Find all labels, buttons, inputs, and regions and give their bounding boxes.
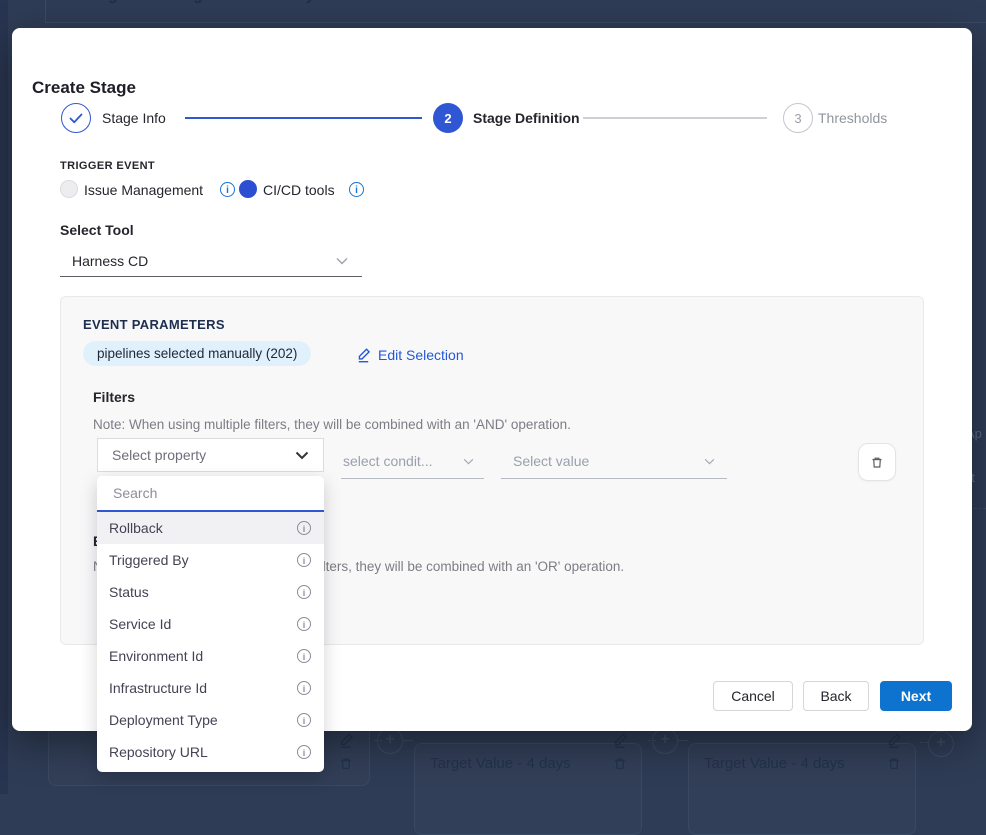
chevron-down-icon	[704, 458, 715, 465]
info-icon[interactable]: i	[297, 521, 311, 535]
add-stage-icon: +	[377, 728, 403, 754]
stepper-connector	[185, 117, 422, 119]
dropdown-option-label: Repository URL	[109, 744, 208, 760]
background-divider-horizontal	[45, 22, 986, 23]
check-icon	[69, 113, 83, 124]
dropdown-option-infrastructure-id[interactable]: Infrastructure Id i	[97, 672, 324, 704]
background-stage-card-label: Target Value - 4 days	[704, 755, 845, 772]
info-icon[interactable]: i	[297, 681, 311, 695]
trash-icon	[612, 755, 628, 771]
trash-icon	[886, 755, 902, 771]
dropdown-search-input[interactable]	[97, 485, 324, 501]
trash-icon	[338, 755, 354, 771]
value-select-placeholder: Select value	[513, 453, 589, 469]
next-button[interactable]: Next	[880, 681, 952, 711]
value-select[interactable]: Select value	[501, 445, 727, 479]
filters-note: Note: When using multiple filters, they …	[93, 417, 571, 432]
dropdown-option-rollback[interactable]: Rollback i	[97, 512, 324, 544]
dialog-title: Create Stage	[32, 78, 136, 98]
cancel-button[interactable]: Cancel	[713, 681, 793, 711]
info-icon[interactable]: i	[297, 585, 311, 599]
property-dropdown: Rollback i Triggered By i Status i Servi…	[97, 476, 324, 772]
dropdown-option-label: Infrastructure Id	[109, 680, 207, 696]
add-stage-icon: +	[652, 728, 678, 754]
dropdown-option-label: Deployment Type	[109, 712, 218, 728]
step-3-label[interactable]: Thresholds	[818, 110, 887, 126]
chevron-down-icon	[295, 451, 309, 460]
radio-issue-management-label[interactable]: Issue Management	[84, 182, 203, 198]
dropdown-option-label: Rollback	[109, 520, 163, 536]
add-stage-icon: +	[928, 731, 954, 757]
radio-cicd-tools[interactable]	[239, 180, 257, 198]
condition-select[interactable]: select condit...	[341, 445, 484, 479]
edit-icon	[338, 733, 354, 749]
pipelines-selection-pill[interactable]: pipelines selected manually (202)	[83, 341, 311, 366]
tool-select[interactable]: Harness CD	[60, 246, 362, 277]
background-sidebar-edge	[0, 0, 8, 794]
dropdown-option-triggered-by[interactable]: Triggered By i	[97, 544, 324, 576]
info-icon[interactable]: i	[297, 745, 311, 759]
dropdown-option-deployment-type[interactable]: Deployment Type i	[97, 704, 324, 736]
back-button[interactable]: Back	[803, 681, 869, 711]
dropdown-search	[97, 476, 324, 512]
dropdown-option-label: Environment Id	[109, 648, 203, 664]
info-icon[interactable]: i	[297, 553, 311, 567]
info-icon[interactable]: i	[297, 617, 311, 631]
radio-cicd-tools-label[interactable]: CI/CD tools	[263, 182, 335, 198]
info-icon[interactable]: i	[297, 713, 311, 727]
event-parameters-heading: EVENT PARAMETERS	[83, 317, 225, 332]
select-tool-label: Select Tool	[60, 222, 134, 238]
step-2-indicator[interactable]: 2	[433, 103, 463, 133]
chevron-down-icon	[336, 257, 348, 265]
background-divider-vertical	[45, 0, 46, 22]
step-2-label[interactable]: Stage Definition	[473, 110, 580, 126]
info-icon[interactable]: i	[220, 182, 235, 197]
property-select[interactable]: Select property	[97, 438, 324, 472]
dropdown-option-service-id[interactable]: Service Id i	[97, 608, 324, 640]
condition-select-placeholder: select condit...	[343, 453, 433, 469]
connector-dash	[974, 508, 986, 509]
step-3-indicator[interactable]: 3	[783, 103, 813, 133]
tool-select-value: Harness CD	[72, 253, 148, 269]
trigger-event-label: TRIGGER EVENT	[60, 160, 155, 172]
dropdown-option-label: Triggered By	[109, 552, 189, 568]
edit-selection-link[interactable]: Edit Selection	[356, 347, 464, 363]
connector-dash	[920, 742, 928, 743]
background-stage-card-label: Target Value - 4 days	[430, 755, 571, 772]
info-icon[interactable]: i	[349, 182, 364, 197]
edit-icon	[612, 733, 628, 749]
trash-icon	[869, 454, 885, 470]
dropdown-option-repository-url[interactable]: Repository URL i	[97, 736, 324, 768]
radio-issue-management[interactable]	[60, 180, 78, 198]
dropdown-option-environment-id[interactable]: Environment Id i	[97, 640, 324, 672]
edit-selection-label: Edit Selection	[378, 347, 464, 363]
info-icon[interactable]: i	[297, 649, 311, 663]
dropdown-option-label: Service Id	[109, 616, 171, 632]
filters-heading: Filters	[93, 389, 135, 405]
dropdown-option-status[interactable]: Status i	[97, 576, 324, 608]
remove-filter-button[interactable]	[858, 443, 896, 481]
dropdown-option-label: Status	[109, 584, 149, 600]
edit-icon	[356, 348, 371, 363]
step-1-indicator[interactable]	[61, 103, 91, 133]
chevron-down-icon	[463, 458, 474, 465]
stepper-connector	[583, 117, 767, 119]
step-1-label[interactable]: Stage Info	[102, 110, 166, 126]
edit-icon	[886, 733, 902, 749]
connector-dash	[403, 740, 413, 741]
background-page-subtitle: Configure the stages involved in your wo…	[70, 0, 458, 11]
property-select-placeholder: Select property	[112, 447, 206, 463]
connector-dash	[678, 740, 688, 741]
